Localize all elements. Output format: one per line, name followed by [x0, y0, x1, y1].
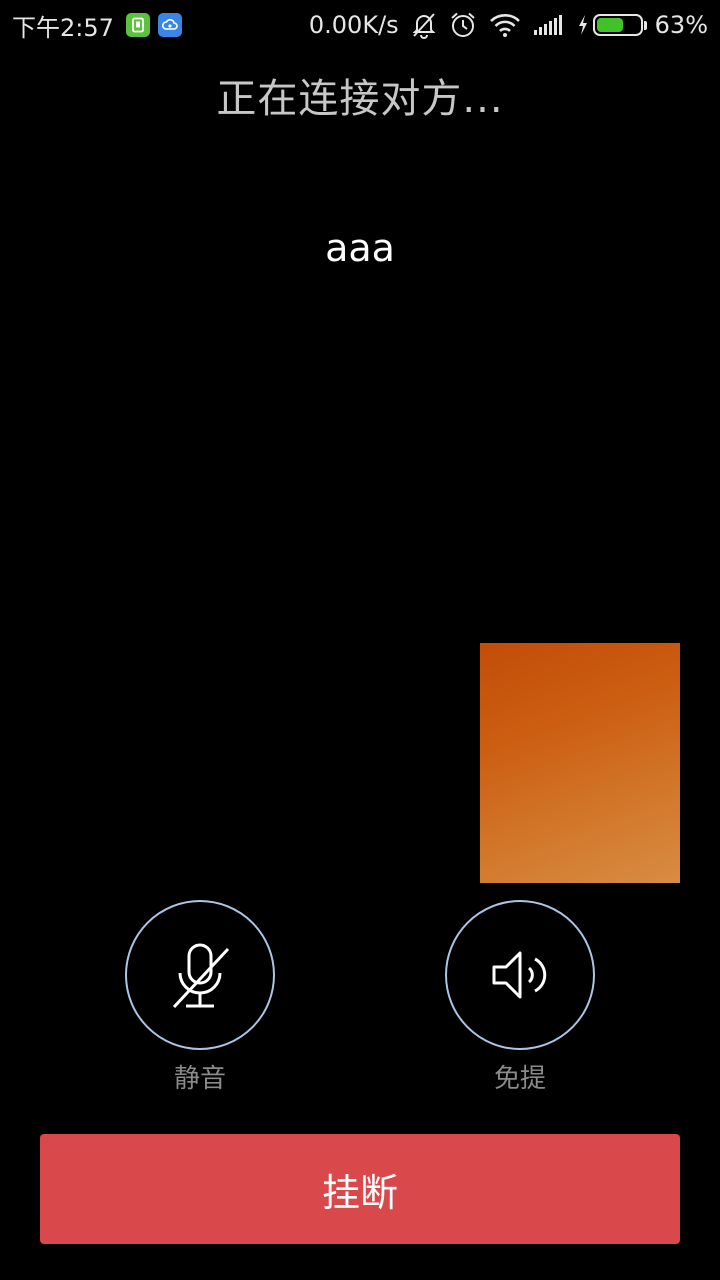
callee-name: aaa: [325, 226, 395, 270]
speaker-label: 免提: [493, 1064, 546, 1094]
mute-label: 静音: [173, 1064, 226, 1094]
battery-icon: [592, 14, 647, 36]
status-bar: 下午2:57 0.00K/s 63%: [0, 0, 720, 50]
cloud-app-icon: [157, 13, 182, 37]
wifi-icon: [489, 12, 521, 38]
charging-icon: [577, 14, 589, 36]
mute-button[interactable]: [125, 900, 275, 1050]
mute-control: 静音: [125, 900, 275, 1095]
sim-app-icon: [125, 13, 150, 37]
battery-fill: [596, 18, 624, 32]
status-time: 下午2:57: [12, 13, 114, 42]
speaker-button[interactable]: [445, 900, 595, 1050]
call-status-text: 正在连接对方...: [216, 76, 504, 122]
speaker-control: 免提: [445, 900, 595, 1095]
local-video-preview[interactable]: [480, 643, 680, 883]
battery-percent: 63%: [654, 11, 708, 39]
status-left: 下午2:57: [12, 0, 190, 50]
hangup-button[interactable]: 挂断: [40, 1134, 680, 1244]
bell-off-icon: [411, 11, 437, 39]
network-speed: 0.00K/s: [308, 11, 399, 39]
battery-cap: [643, 20, 647, 30]
status-right: 0.00K/s 63%: [309, 0, 708, 50]
alarm-clock-icon: [449, 11, 477, 39]
signal-icon: [533, 14, 565, 36]
battery-body: [592, 14, 643, 36]
speaker-icon: [492, 951, 547, 999]
microphone-off-icon: [172, 943, 230, 1009]
